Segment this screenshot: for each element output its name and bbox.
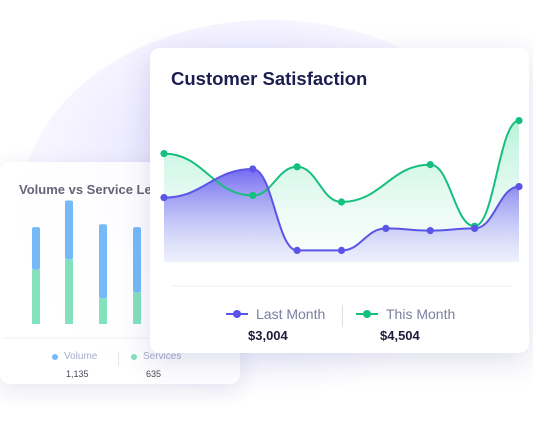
volume-bar — [65, 200, 73, 260]
legend-volume-label: Volume — [64, 351, 98, 362]
last-month-marker-icon — [226, 310, 248, 318]
legend-last-month-value: $3,004 — [248, 328, 288, 343]
services-bar — [32, 269, 40, 324]
legend-volume-value: 1,135 — [66, 369, 89, 379]
legend-services-value: 635 — [146, 369, 162, 379]
this-month-point — [337, 198, 346, 206]
last-month-point — [337, 246, 346, 254]
services-bar — [99, 298, 107, 324]
legend-this-month-label: This Month — [386, 306, 456, 322]
last-month-point — [249, 165, 257, 173]
legend-volume: Volume — [52, 351, 97, 362]
this-month-marker-icon — [356, 310, 378, 318]
bar-chart-title: Volume vs Service Level — [19, 182, 170, 197]
area-chart — [160, 117, 523, 287]
legend-divider — [342, 305, 343, 327]
customer-satisfaction-card: Customer Satisfaction Last Month $3,004 … — [150, 48, 529, 353]
legend-last-month[interactable]: Last Month — [226, 306, 325, 322]
last-month-point — [515, 183, 523, 191]
legend-divider-small — [118, 352, 119, 366]
legend-last-month-label: Last Month — [256, 306, 326, 322]
volume-bar — [32, 227, 40, 270]
legend-this-month-value: $4,504 — [380, 328, 420, 343]
last-month-point — [471, 224, 479, 232]
last-month-point — [293, 246, 301, 254]
this-month-point — [249, 191, 257, 199]
last-month-point — [160, 194, 168, 202]
services-bar — [65, 259, 73, 324]
services-dot-icon — [131, 353, 137, 360]
last-month-point — [382, 224, 390, 232]
this-month-point — [160, 150, 168, 158]
this-month-point — [293, 163, 301, 171]
volume-dot-icon — [52, 353, 58, 360]
last-month-point — [426, 227, 434, 235]
legend-this-month[interactable]: This Month — [356, 306, 455, 322]
this-month-point — [426, 161, 434, 169]
volume-bar — [133, 227, 141, 293]
volume-bar — [99, 224, 107, 299]
services-bar — [133, 292, 141, 324]
this-month-point — [515, 117, 523, 125]
